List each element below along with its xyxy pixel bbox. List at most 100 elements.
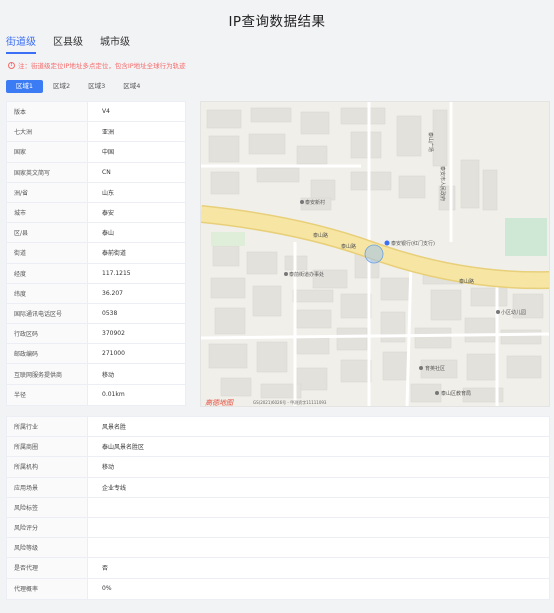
table-row: 城市 泰安 [7, 202, 185, 224]
row-value: 泰山风景名胜区 [102, 444, 145, 452]
row-key: 区/县 [7, 223, 88, 243]
row-key: 七大洲 [7, 122, 88, 142]
poi-bank-icon [384, 240, 390, 246]
map-canvas[interactable]: 泰山路 泰山路 泰山路 泰安银行(红门支行) 泰前街道办事处 泰安新村 泰安市人… [201, 102, 550, 407]
row-key: 代理概率 [7, 578, 88, 599]
table-row: 洲/省 山东 [7, 182, 185, 203]
page-title: IP查询数据结果 [228, 14, 326, 30]
row-key: 风险等级 [7, 538, 88, 558]
row-value: 0538 [102, 309, 118, 317]
poi-label: 泰安新村 [305, 199, 325, 206]
row-key: 风险评分 [7, 517, 88, 538]
row-value: 中国 [102, 149, 115, 157]
row-key: 应用场景 [7, 477, 88, 497]
row-key: 风险标签 [7, 497, 88, 517]
table-row: 国家 中国 [7, 142, 185, 163]
row-value: 泰山 [102, 230, 115, 238]
road-label: 泰山路 [313, 232, 328, 239]
row-value: 山东 [102, 189, 115, 197]
table-row: 区/县 泰山 [7, 223, 185, 244]
table-row: 行政区码 370902 [7, 324, 185, 345]
table-row: 应用场景 企业专线 [7, 477, 549, 498]
poi-dot-icon [284, 272, 288, 276]
notice-text: 注：街道级定位IP地址多点定位，包含IP地址全球行为轨迹 [18, 62, 186, 70]
row-key: 版本 [7, 102, 88, 122]
row-value: 移动 [102, 371, 115, 379]
row-value: 0% [102, 585, 112, 593]
row-value: 泰前街道 [102, 250, 127, 258]
tab-city-level[interactable]: 城市级 [100, 33, 130, 54]
row-value: 271000 [102, 350, 125, 358]
table-row: 是否代理 否 [7, 558, 549, 579]
tab-region-2[interactable]: 区域2 [45, 80, 78, 93]
road-label: 泰山路 [459, 278, 474, 285]
poi-label: 泰山广场 [427, 132, 434, 152]
row-key: 行政区码 [7, 324, 88, 344]
row-key: 国际通讯电话区号 [7, 303, 88, 324]
poi-dot-icon [300, 200, 304, 204]
row-key: 所属行业 [7, 417, 88, 437]
row-key: 国家 [7, 142, 88, 162]
poi-label: 泰前街道办事处 [289, 271, 324, 278]
table-row: 经度 117.1215 [7, 263, 185, 284]
row-key: 经度 [7, 263, 88, 283]
table-row: 所属行业 风景名胜 [7, 417, 549, 438]
row-key: 纬度 [7, 283, 88, 303]
row-key: 是否代理 [7, 558, 88, 578]
location-radius-marker [364, 244, 384, 264]
row-value: 370902 [102, 330, 125, 338]
table-row: 街道 泰前街道 [7, 243, 185, 264]
table-row: 所属机构 移动 [7, 457, 549, 478]
row-value: 36.207 [102, 289, 123, 297]
row-value: CN [102, 168, 111, 176]
poi-label: 泰山区教育局 [441, 390, 471, 397]
table-row: 半径 0.01km [7, 384, 185, 405]
notice-banner: ! 注：街道级定位IP地址多点定位，包含IP地址全球行为轨迹 [8, 60, 186, 70]
poi-label: 泰安银行(红门支行) [391, 240, 435, 247]
row-key: 所属商圈 [7, 437, 88, 457]
level-tabs: 街道级 区县级 城市级 [6, 33, 147, 54]
extra-info-table: 所属行业 风景名胜 所属商圈 泰山风景名胜区 所属机构 移动 应用场景 企业专线 风险标… [6, 416, 550, 600]
row-value: 泰安 [102, 210, 115, 218]
location-map[interactable]: 泰山路 泰山路 泰山路 泰安银行(红门支行) 泰前街道办事处 泰安新村 泰安市人… [200, 101, 550, 407]
ip-info-table: 版本 V4 七大洲 亚洲 国家 中国 国家英文简写 CN 洲/省 山东 城市 泰安 区/县泰… [6, 101, 186, 406]
table-row: 互联网服务提供商 移动 [7, 364, 185, 385]
row-value: 117.1215 [102, 269, 131, 277]
row-key: 所属机构 [7, 457, 88, 477]
tab-district-level[interactable]: 区县级 [53, 33, 83, 54]
region-tabs: 区域1 区域2 区域3 区域4 [6, 80, 148, 93]
tab-region-1[interactable]: 区域1 [6, 80, 43, 93]
poi-label: 育英社区 [425, 365, 445, 372]
table-row: 风险标签 [7, 497, 549, 518]
row-value: V4 [102, 108, 110, 116]
green-strip [211, 232, 245, 246]
row-key: 洲/省 [7, 182, 88, 202]
table-row: 版本 V4 [7, 102, 185, 123]
table-row: 代理概率 0% [7, 578, 549, 599]
row-value: 企业专线 [102, 484, 127, 492]
table-row: 七大洲 亚洲 [7, 122, 185, 143]
poi-dot-icon [496, 310, 500, 314]
tab-region-3[interactable]: 区域3 [80, 80, 113, 93]
poi-dot-icon [435, 391, 439, 395]
row-key: 半径 [7, 384, 88, 405]
table-row: 国家英文简写 CN [7, 162, 185, 183]
info-icon: ! [8, 61, 15, 69]
map-copyright: GS(2021)6026号 - 甲测资字11111093 [253, 399, 327, 405]
road-label: 泰山路 [341, 243, 356, 250]
row-key: 国家英文简写 [7, 162, 88, 182]
row-value: 亚洲 [102, 129, 115, 137]
poi-label: 小区幼儿园 [501, 309, 526, 316]
table-row: 邮政编码 271000 [7, 344, 185, 365]
map-logo: 高德地图 [205, 399, 234, 407]
row-value: 0.01km [102, 391, 125, 399]
tab-street-level[interactable]: 街道级 [6, 33, 36, 54]
row-key: 街道 [7, 243, 88, 263]
row-value: 风景名胜 [102, 424, 127, 432]
table-row: 风险等级 [7, 538, 549, 559]
table-row: 纬度 36.207 [7, 283, 185, 304]
row-key: 邮政编码 [7, 344, 88, 364]
tab-region-4[interactable]: 区域4 [115, 80, 148, 93]
row-value: 否 [102, 565, 109, 573]
row-key: 互联网服务提供商 [7, 364, 88, 384]
